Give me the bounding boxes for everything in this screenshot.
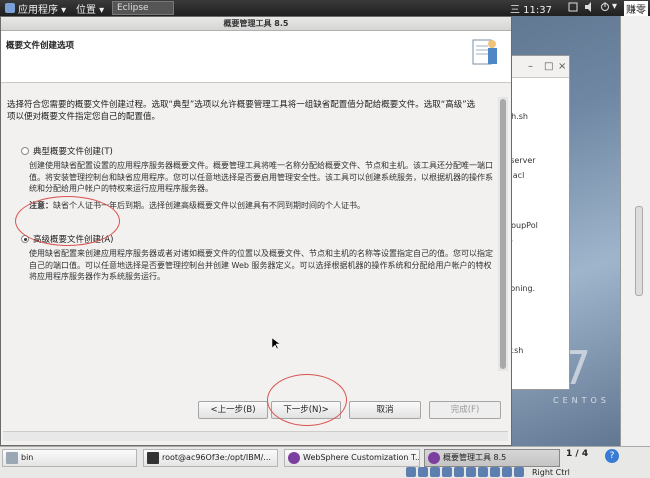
task-websphere-customization[interactable]: WebSphere Customization T...: [284, 449, 420, 467]
websphere-icon: [428, 452, 440, 464]
volume-icon[interactable]: [584, 1, 594, 16]
task-terminal[interactable]: root@ac96Of3e:/opt/IBM/...: [143, 449, 278, 467]
task-label: root@ac96Of3e:/opt/IBM/...: [162, 453, 271, 462]
network-adapter-icon[interactable]: [442, 467, 452, 477]
scrollbar-thumb[interactable]: [500, 99, 506, 369]
annotation-ellipse-advanced: [15, 196, 120, 246]
file-name: lserver: [508, 156, 536, 165]
cpu-icon[interactable]: [502, 467, 512, 477]
cancel-button[interactable]: 取消: [349, 401, 421, 419]
file-name: roupPol: [508, 221, 538, 230]
horizontal-scrollbar[interactable]: [3, 431, 508, 441]
recording-icon[interactable]: [490, 467, 500, 477]
apps-icon: [4, 2, 16, 14]
minimize-icon[interactable]: –: [528, 61, 533, 72]
network-icon[interactable]: [568, 1, 578, 16]
dialog-header: 概要文件创建选项: [1, 31, 511, 83]
dialog-titlebar[interactable]: 概要管理工具 8.5: [1, 17, 511, 31]
usb-icon[interactable]: [454, 467, 464, 477]
host-key-label: Right Ctrl: [532, 467, 570, 477]
websphere-icon: [288, 452, 300, 464]
maximize-icon[interactable]: □: [544, 61, 553, 72]
finish-button[interactable]: 完成(F): [429, 401, 501, 419]
typical-radio[interactable]: [21, 147, 29, 155]
close-icon[interactable]: ×: [558, 61, 566, 72]
right-edge-window: [620, 16, 650, 446]
clipped-window-text: 赚零: [624, 1, 648, 16]
annotation-ellipse-next: [267, 374, 347, 426]
display-icon[interactable]: [478, 467, 488, 477]
task-profile-management[interactable]: 概要管理工具 8.5: [424, 449, 560, 467]
audio-icon[interactable]: [430, 467, 440, 477]
shared-folder-icon[interactable]: [466, 467, 476, 477]
clock[interactable]: 三 11:37: [510, 1, 552, 16]
file-name: ioning.: [508, 284, 536, 293]
task-bin[interactable]: bin: [2, 449, 137, 467]
intro-text: 选择符合您需要的概要文件创建过程。选取“典型”选项以允许概要管理工具将一组缺省配…: [7, 100, 476, 122]
task-label: bin: [21, 453, 34, 462]
hdd-icon[interactable]: [406, 467, 416, 477]
chevron-down-icon[interactable]: ▾: [612, 1, 617, 12]
applications-menu[interactable]: 应用程序 ▾: [18, 1, 66, 16]
content-scrollbar[interactable]: [498, 97, 508, 371]
typical-label[interactable]: 典型概要文件创建(T): [33, 145, 113, 157]
places-menu[interactable]: 位置 ▾: [76, 1, 104, 16]
typical-description: 创建使用缺省配置设置的应用程序服务器概要文件。概要管理工具将唯一名称分配给概要文…: [29, 161, 493, 193]
top-panel: 应用程序 ▾ 位置 ▾ Eclipse 三 11:37 ▾ 赚零: [0, 0, 650, 16]
task-label: WebSphere Customization T...: [303, 453, 420, 462]
right-window-scrollbar[interactable]: [635, 206, 643, 296]
power-icon[interactable]: [600, 1, 610, 16]
vm-status-tray: Right Ctrl: [406, 466, 650, 478]
wizard-document-icon: [467, 34, 501, 74]
task-label: 概要管理工具 8.5: [443, 453, 507, 462]
folder-icon: [6, 452, 18, 464]
mouse-cursor-icon: [271, 337, 281, 353]
mouse-integration-icon[interactable]: [514, 467, 524, 477]
optical-drive-icon[interactable]: [418, 467, 428, 477]
back-button[interactable]: <上一步(B): [198, 401, 268, 419]
dialog-content: 选择符合您需要的概要文件创建过程。选取“典型”选项以允许概要管理工具将一组缺省配…: [1, 83, 497, 423]
terminal-icon: [147, 452, 159, 464]
page-title: 概要文件创建选项: [6, 41, 75, 51]
typical-option[interactable]: 典型概要文件创建(T): [21, 145, 113, 157]
eclipse-tab[interactable]: Eclipse: [112, 1, 174, 15]
centos-logo-text: CENTOS: [553, 396, 610, 405]
help-icon[interactable]: ?: [605, 449, 619, 463]
workspace-pager[interactable]: 1 / 4: [566, 449, 588, 459]
advanced-description: 使用缺省配置来创建应用程序服务器或者对诸如概要文件的位置以及概要文件、节点和主机…: [29, 249, 493, 281]
